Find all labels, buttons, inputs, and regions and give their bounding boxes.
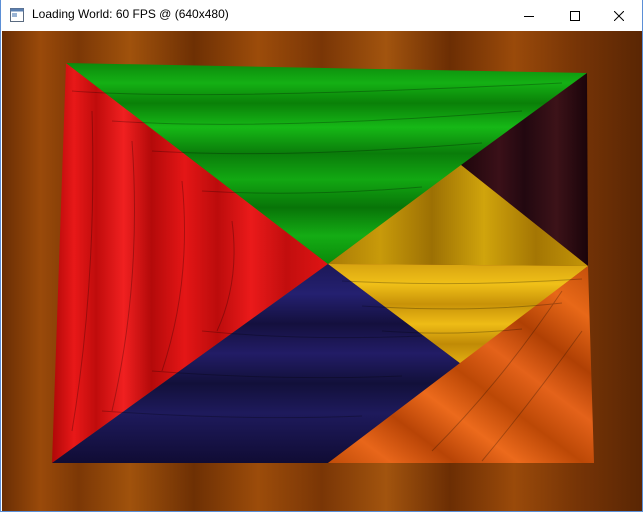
minimize-button[interactable]: [506, 0, 552, 31]
close-icon: [614, 10, 624, 21]
minimize-icon: [524, 15, 534, 17]
scene-canvas: [2, 31, 642, 511]
app-window-icon: [10, 8, 24, 22]
app-window: Loading World: 60 FPS @ (640x480): [0, 0, 643, 512]
render-viewport[interactable]: [2, 31, 642, 511]
window-title: Loading World: 60 FPS @ (640x480): [32, 7, 229, 21]
close-button[interactable]: [596, 0, 642, 31]
title-bar[interactable]: Loading World: 60 FPS @ (640x480): [1, 0, 642, 31]
maximize-icon: [570, 10, 580, 21]
maximize-button[interactable]: [552, 0, 598, 31]
